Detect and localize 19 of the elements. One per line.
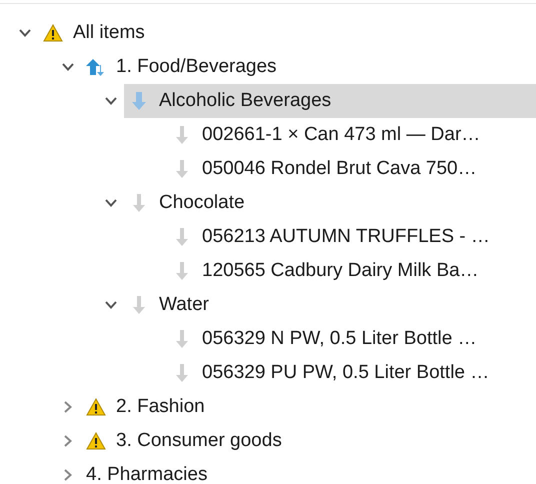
down-arrow-icon (129, 91, 149, 111)
tree-item[interactable]: 3. Consumer goods (81, 424, 536, 458)
tree-item[interactable]: 2. Fashion (81, 390, 536, 424)
tree-item[interactable]: 002661-1 × Can 473 ml — Dar… (167, 118, 536, 152)
warning-icon (86, 397, 106, 417)
up-down-arrows-icon (86, 57, 106, 77)
warning-icon (86, 431, 106, 451)
tree-item[interactable]: Alcoholic Beverages (124, 84, 536, 118)
tree-item[interactable]: 1. Food/Beverages (81, 50, 536, 84)
tree-item[interactable]: 050046 Rondel Brut Cava 750… (167, 152, 536, 186)
tree-item[interactable]: 4. Pharmacies (81, 458, 536, 484)
tree-item[interactable]: 056213 AUTUMN TRUFFLES - … (167, 220, 536, 254)
warning-icon (43, 23, 63, 43)
tree-item[interactable]: 056329 N PW, 0.5 Liter Bottle … (167, 322, 536, 356)
tree-item[interactable]: 056329 PU PW, 0.5 Liter Bottle … (167, 356, 536, 390)
tree-item[interactable]: All items (38, 16, 536, 50)
tree-item[interactable]: Chocolate (124, 186, 536, 220)
tree-item[interactable]: 120565 Cadbury Dairy Milk Ba… (167, 254, 536, 288)
tree-item[interactable]: Water (124, 288, 536, 322)
